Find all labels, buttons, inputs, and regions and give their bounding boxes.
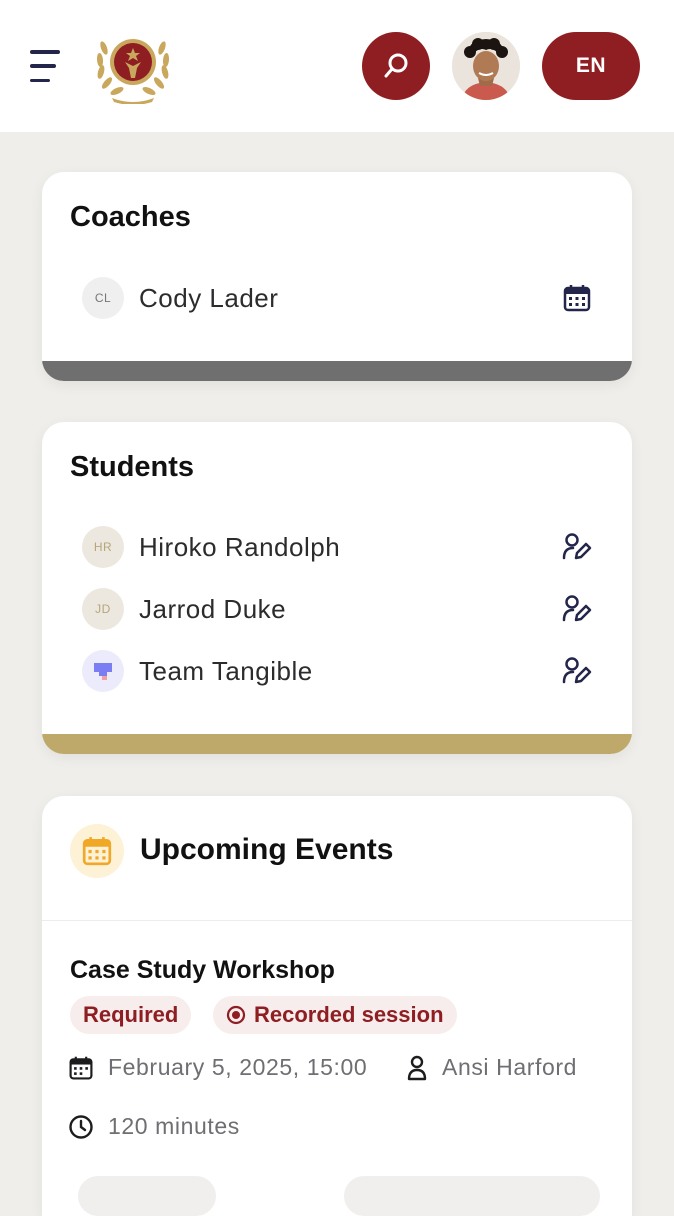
avatar-initials: JD [82,588,124,630]
coach-name: Cody Lader [139,282,279,313]
student-name: Team Tangible [139,655,313,686]
badge-label: Required [83,1002,179,1027]
event-title[interactable]: Case Study Workshop [70,956,335,985]
edit-user-icon[interactable] [560,592,594,626]
recorded-badge: Recorded session [213,996,457,1034]
avatar-initials: CL [82,277,124,319]
logo [96,39,170,104]
students-title: Students [70,451,195,483]
student-name: Jarrod Duke [139,593,287,624]
language-button[interactable]: EN [542,32,640,100]
list-item[interactable]: HR Hiroko Randolph [82,524,594,570]
list-item[interactable]: CL Cody Lader [82,275,594,321]
search-icon [384,53,408,78]
coaches-title: Coaches [70,201,191,233]
divider [42,920,632,921]
event-duration: 120 minutes [68,1113,240,1140]
coaches-card: Coaches CL Cody Lader [42,172,632,381]
record-icon [226,1005,246,1025]
clock-icon [69,1114,93,1139]
students-card: Students HR Hiroko Randolph JD Jarrod Du… [42,422,632,754]
event-action-button[interactable] [78,1176,216,1216]
calendar-icon[interactable] [560,281,594,315]
event-host: Ansi Harford [406,1054,577,1081]
calendar-icon [70,824,124,878]
list-item[interactable]: Team Tangible [82,648,594,694]
language-label: EN [575,54,607,77]
student-name: Hiroko Randolph [139,531,341,562]
calendar-icon [69,1056,93,1079]
top-bar: EN [0,0,674,132]
required-badge: Required [70,996,192,1034]
edit-user-icon[interactable] [560,654,594,688]
events-title: Upcoming Events [140,833,394,866]
avatar-initials: HR [82,526,124,568]
list-item[interactable]: JD Jarrod Duke [82,586,594,632]
edit-user-icon[interactable] [560,530,594,564]
event-date-text: February 5, 2025, 15:00 [108,1054,368,1080]
upcoming-events-card: Upcoming Events Case Study Workshop Requ… [42,796,632,1216]
card-accent-bar [42,734,632,754]
avatar[interactable] [452,32,520,100]
event-action-button[interactable] [344,1176,600,1216]
user-icon [407,1055,427,1080]
event-duration-text: 120 minutes [108,1113,240,1139]
event-host-text: Ansi Harford [442,1054,578,1080]
search-button[interactable] [362,32,430,100]
badge-label: Recorded session [254,1002,444,1027]
menu-icon[interactable] [30,50,66,82]
user-photo [452,32,520,100]
card-accent-bar [42,361,632,381]
team-logo [82,650,124,692]
event-date: February 5, 2025, 15:00 [68,1054,367,1081]
